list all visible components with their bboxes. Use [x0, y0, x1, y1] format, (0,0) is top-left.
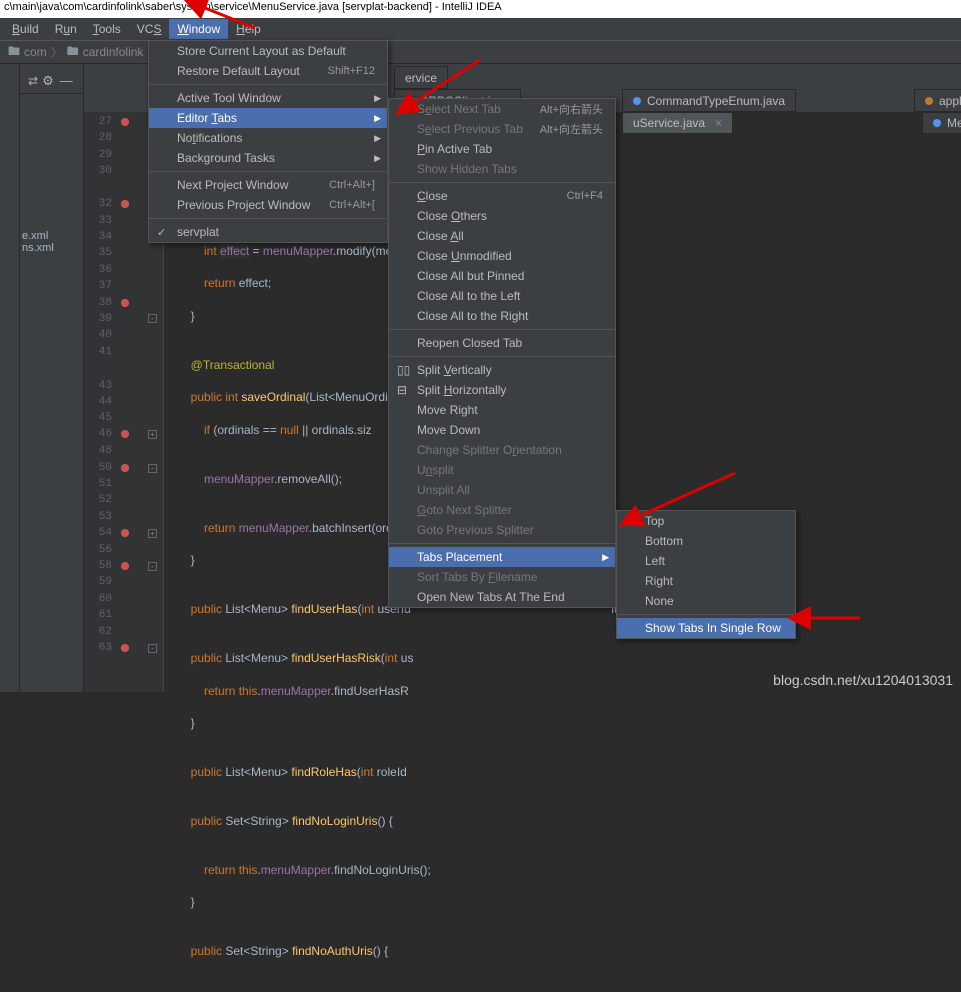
breakpoint-icon[interactable]: [118, 296, 132, 310]
file-exml[interactable]: e.xml: [22, 230, 81, 242]
menu-run[interactable]: Run: [47, 19, 85, 39]
breadcrumb: 🖿 com 〉 🖿 cardinfolink 〉: [0, 40, 961, 64]
folder-icon: 🖿: [67, 42, 79, 63]
breakpoint-icon[interactable]: [118, 559, 132, 573]
folder-icon: 🖿: [8, 42, 20, 63]
fold-icon[interactable]: +: [148, 529, 157, 538]
menu-sort-tabs[interactable]: Sort Tabs By Filename: [389, 567, 615, 587]
breakpoint-icon[interactable]: [118, 641, 132, 655]
menu-window[interactable]: Window: [169, 19, 228, 39]
menu-close-right[interactable]: Close All to the Right: [389, 306, 615, 326]
menu-store-layout[interactable]: Store Current Layout as Default: [149, 41, 387, 61]
menu-close-all[interactable]: Close All: [389, 226, 615, 246]
menu-placement-left[interactable]: Left: [617, 551, 795, 571]
menu-unsplit-all: Unsplit All: [389, 480, 615, 500]
breakpoint-icon[interactable]: [118, 526, 132, 540]
menu-help[interactable]: Help: [228, 19, 269, 39]
project-panel: ⇄ ⚙ — e.xml ns.xml: [20, 64, 84, 692]
menu-placement-top[interactable]: ✓Top: [617, 511, 795, 531]
menu-reopen-closed[interactable]: Reopen Closed Tab: [389, 333, 615, 353]
menu-tools[interactable]: Tools: [85, 19, 129, 39]
menu-build[interactable]: Build: [4, 19, 47, 39]
window-menu-dropdown: Store Current Layout as Default Restore …: [148, 40, 388, 243]
tab-service[interactable]: ervice: [394, 66, 448, 89]
menu-placement-none[interactable]: None: [617, 591, 795, 611]
menu-unsplit: Unsplit: [389, 460, 615, 480]
menu-close-unmodified[interactable]: Close Unmodified: [389, 246, 615, 266]
menu-move-right[interactable]: Move Right: [389, 400, 615, 420]
menu-pin-tab[interactable]: Pin Active Tab: [389, 139, 615, 159]
menu-open-new-tabs[interactable]: Open New Tabs At The End: [389, 587, 615, 607]
split-h-icon: ⊟: [397, 383, 407, 397]
fold-icon[interactable]: -: [148, 562, 157, 571]
menu-goto-prev-splitter: Goto Previous Splitter: [389, 520, 615, 540]
file-icon: [925, 97, 933, 105]
breadcrumb-cardinfolink[interactable]: cardinfolink: [83, 45, 144, 59]
menu-prev-project[interactable]: Previous Project WindowCtrl+Alt+[: [149, 195, 387, 215]
editor-tabs-submenu: Select Next TabAlt+向右箭头 Select Previous …: [388, 98, 616, 608]
fold-icon[interactable]: +: [148, 430, 157, 439]
fold-icon[interactable]: -: [148, 644, 157, 653]
file-nsxml[interactable]: ns.xml: [22, 242, 81, 254]
menu-active-tool[interactable]: Active Tool Window▶: [149, 88, 387, 108]
check-icon: ✓: [625, 515, 634, 528]
fold-icon[interactable]: -: [148, 464, 157, 473]
breadcrumb-com[interactable]: com: [24, 45, 47, 59]
menu-editor-tabs[interactable]: Editor Tabs▶: [149, 108, 387, 128]
tool-sidebar[interactable]: [0, 64, 20, 692]
menu-close[interactable]: CloseCtrl+F4: [389, 186, 615, 206]
menu-show-hidden: Show Hidden Tabs: [389, 159, 615, 179]
menu-restore-layout[interactable]: Restore Default LayoutShift+F12: [149, 61, 387, 81]
breakpoint-icon[interactable]: [118, 427, 132, 441]
breakpoint-icon[interactable]: [118, 197, 132, 211]
menu-show-single-row[interactable]: Show Tabs In Single Row: [617, 618, 795, 638]
window-title: c\main\java\com\cardinfolink\saber\syste…: [0, 0, 961, 18]
menu-select-prev-tab: Select Previous TabAlt+向左箭头: [389, 119, 615, 139]
split-v-icon: ▯▯: [397, 363, 410, 377]
menu-close-others[interactable]: Close Others: [389, 206, 615, 226]
menu-goto-next-splitter: Goto Next Splitter: [389, 500, 615, 520]
menu-notifications[interactable]: Notifications▶: [149, 128, 387, 148]
menu-split-vertically[interactable]: ▯▯Split Vertically: [389, 360, 615, 380]
menu-select-next-tab: Select Next TabAlt+向右箭头: [389, 99, 615, 119]
menu-vcs[interactable]: VCS: [129, 19, 170, 39]
menu-close-left[interactable]: Close All to the Left: [389, 286, 615, 306]
breakpoint-icon[interactable]: [118, 461, 132, 475]
check-icon: ✓: [157, 226, 166, 239]
menu-move-down[interactable]: Move Down: [389, 420, 615, 440]
fold-icon[interactable]: -: [148, 314, 157, 323]
menu-change-splitter: Change Splitter Orientation: [389, 440, 615, 460]
breakpoint-icon[interactable]: [118, 115, 132, 129]
struct-icon[interactable]: ⇄: [28, 74, 38, 88]
menu-placement-bottom[interactable]: Bottom: [617, 531, 795, 551]
menu-next-project[interactable]: Next Project WindowCtrl+Alt+]: [149, 175, 387, 195]
tabs-placement-submenu: ✓Top Bottom Left Right None Show Tabs In…: [616, 510, 796, 639]
menu-placement-right[interactable]: Right: [617, 571, 795, 591]
watermark: blog.csdn.net/xu1204013031: [773, 672, 953, 688]
collapse-icon[interactable]: —: [60, 73, 73, 88]
tab-applic[interactable]: applic: [914, 89, 961, 112]
gear-icon[interactable]: ⚙: [42, 73, 54, 89]
menu-bar: Build Run Tools VCS Window Help: [0, 18, 961, 40]
menu-close-pinned[interactable]: Close All but Pinned: [389, 266, 615, 286]
enum-icon: [633, 97, 641, 105]
menu-tabs-placement[interactable]: Tabs Placement▶: [389, 547, 615, 567]
menu-servplat[interactable]: ✓servplat: [149, 222, 387, 242]
menu-background[interactable]: Background Tasks▶: [149, 148, 387, 168]
menu-split-horizontally[interactable]: ⊟Split Horizontally: [389, 380, 615, 400]
tab-commandtype[interactable]: CommandTypeEnum.java: [622, 89, 796, 112]
